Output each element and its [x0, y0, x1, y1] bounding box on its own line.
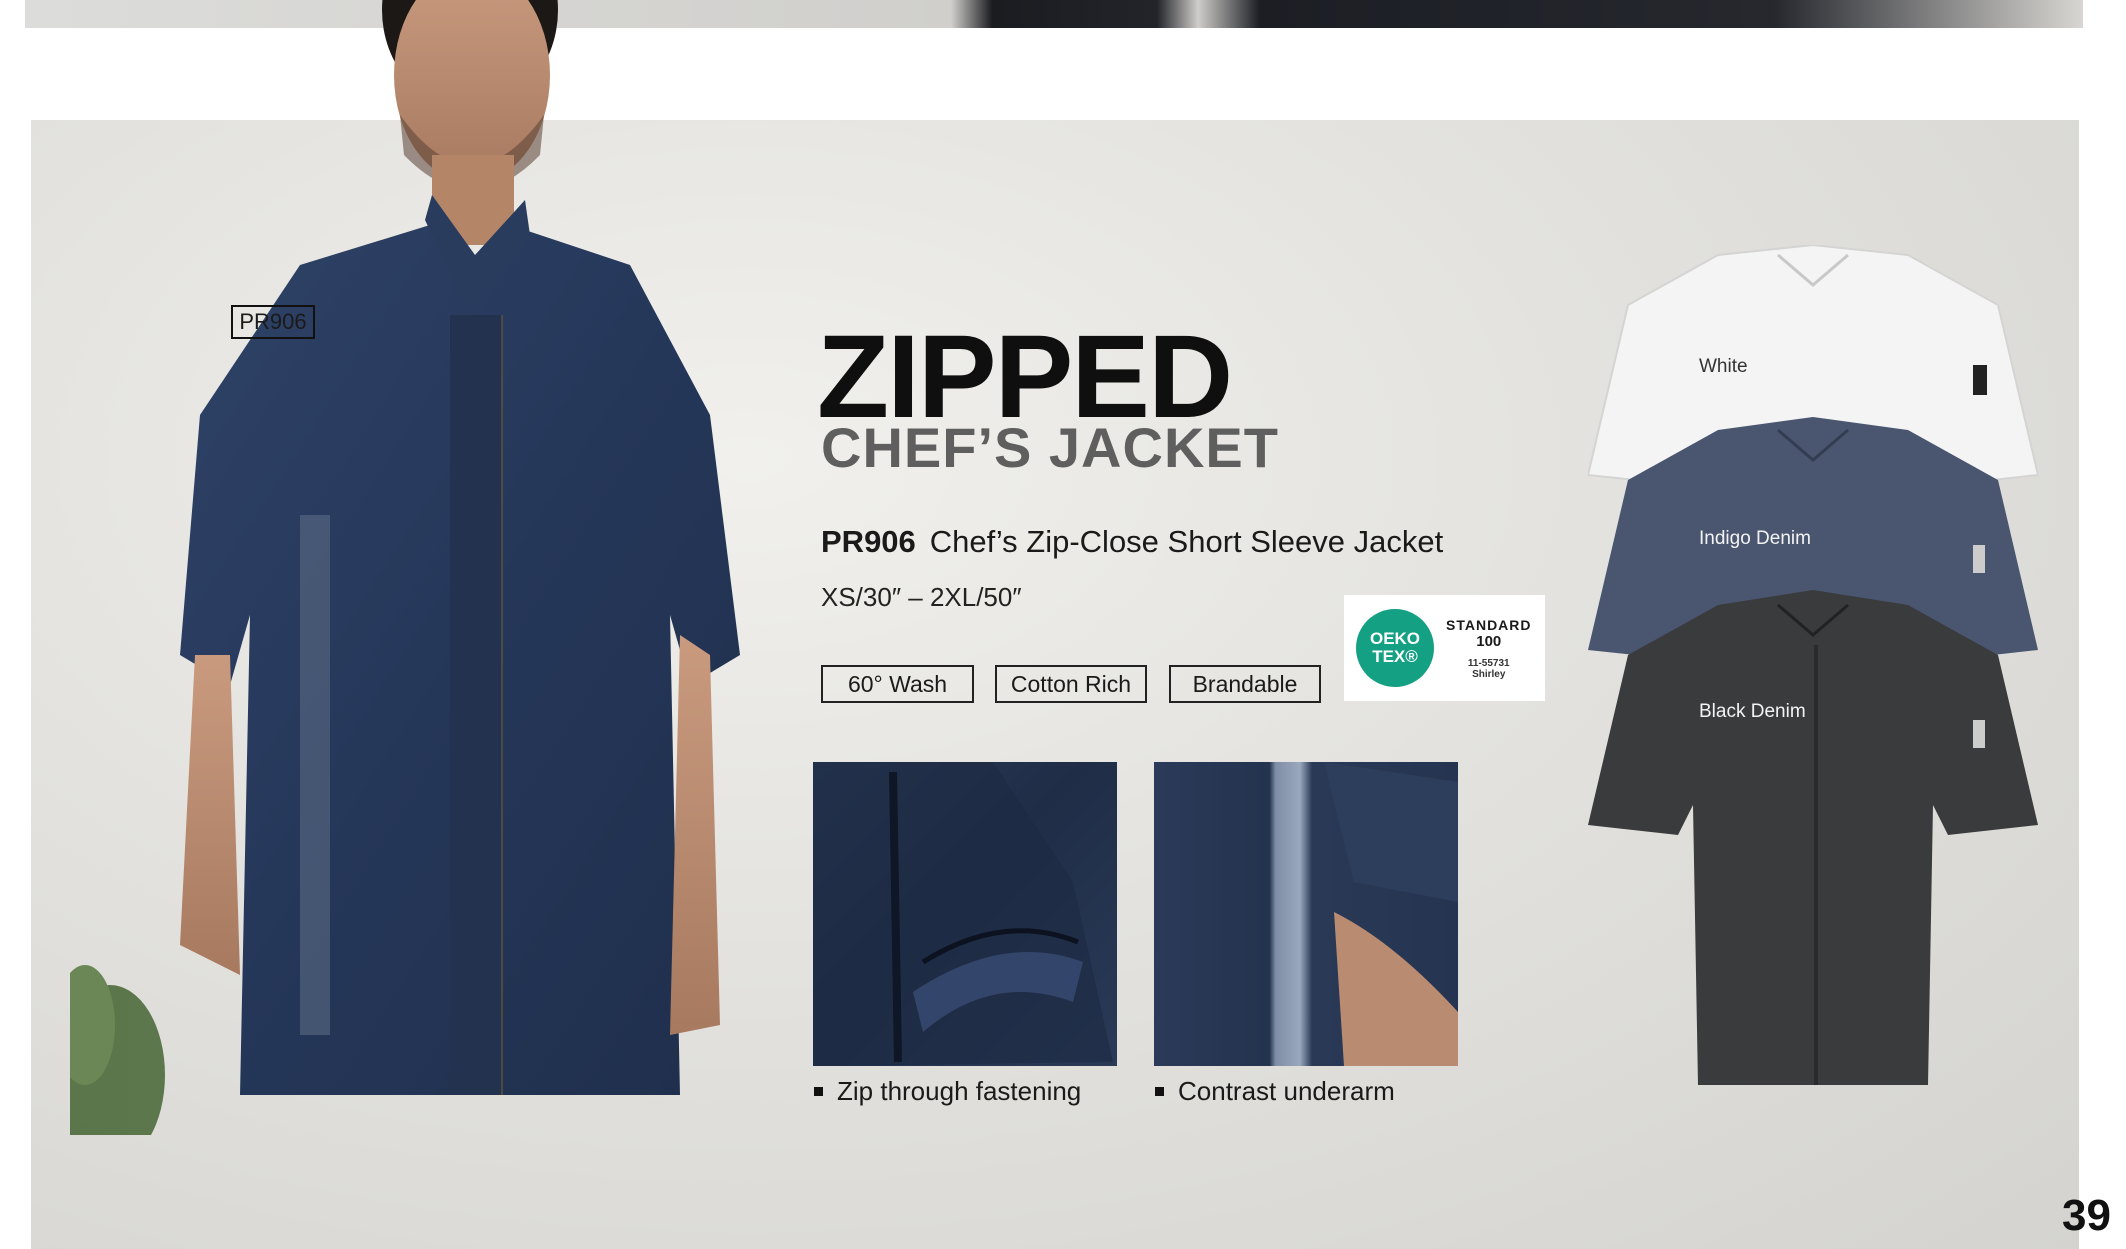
badge-cotton: Cotton Rich [995, 665, 1147, 703]
oeko-tex-logo: OEKO TEX® STANDARD 100 11-55731 Shirley [1344, 595, 1545, 701]
detail-photo-zip [813, 762, 1117, 1066]
product-name: Chef’s Zip-Close Short Sleeve Jacket [929, 524, 1444, 559]
product-code: PR906 [821, 524, 916, 559]
bullet-square-icon [814, 1087, 823, 1096]
size-range: XS/30″ – 2XL/50″ [821, 582, 1022, 612]
product-name-line: PR906 Chef’s Zip-Close Short Sleeve Jacke… [821, 526, 1443, 557]
badge-brandable: Brandable [1169, 665, 1321, 703]
plant-decor [70, 965, 165, 1135]
color-label-white: White [1699, 356, 1748, 377]
feature-caption-zip: Zip through fastening [814, 1076, 1081, 1107]
headline-subtitle: CHEF’S JACKET [821, 416, 1279, 479]
jacket-black-image [1588, 590, 2038, 1085]
feature-caption-underarm: Contrast underarm [1155, 1076, 1395, 1107]
jacket-color-swatches [1588, 245, 2038, 1085]
bullet-square-icon [1155, 1087, 1164, 1096]
badge-wash: 60° Wash [821, 665, 974, 703]
product-code-tag: PR906 [231, 305, 315, 339]
color-label-indigo: Indigo Denim [1699, 528, 1811, 549]
color-label-black: Black Denim [1699, 701, 1806, 722]
detail-photo-underarm [1154, 762, 1458, 1066]
model-photo [70, 0, 740, 1135]
oeko-tex-standard-text: STANDARD 100 11-55731 Shirley [1446, 616, 1532, 680]
page-number: 39 [2062, 1191, 2111, 1240]
oeko-tex-circle-icon: OEKO TEX® [1356, 609, 1434, 687]
